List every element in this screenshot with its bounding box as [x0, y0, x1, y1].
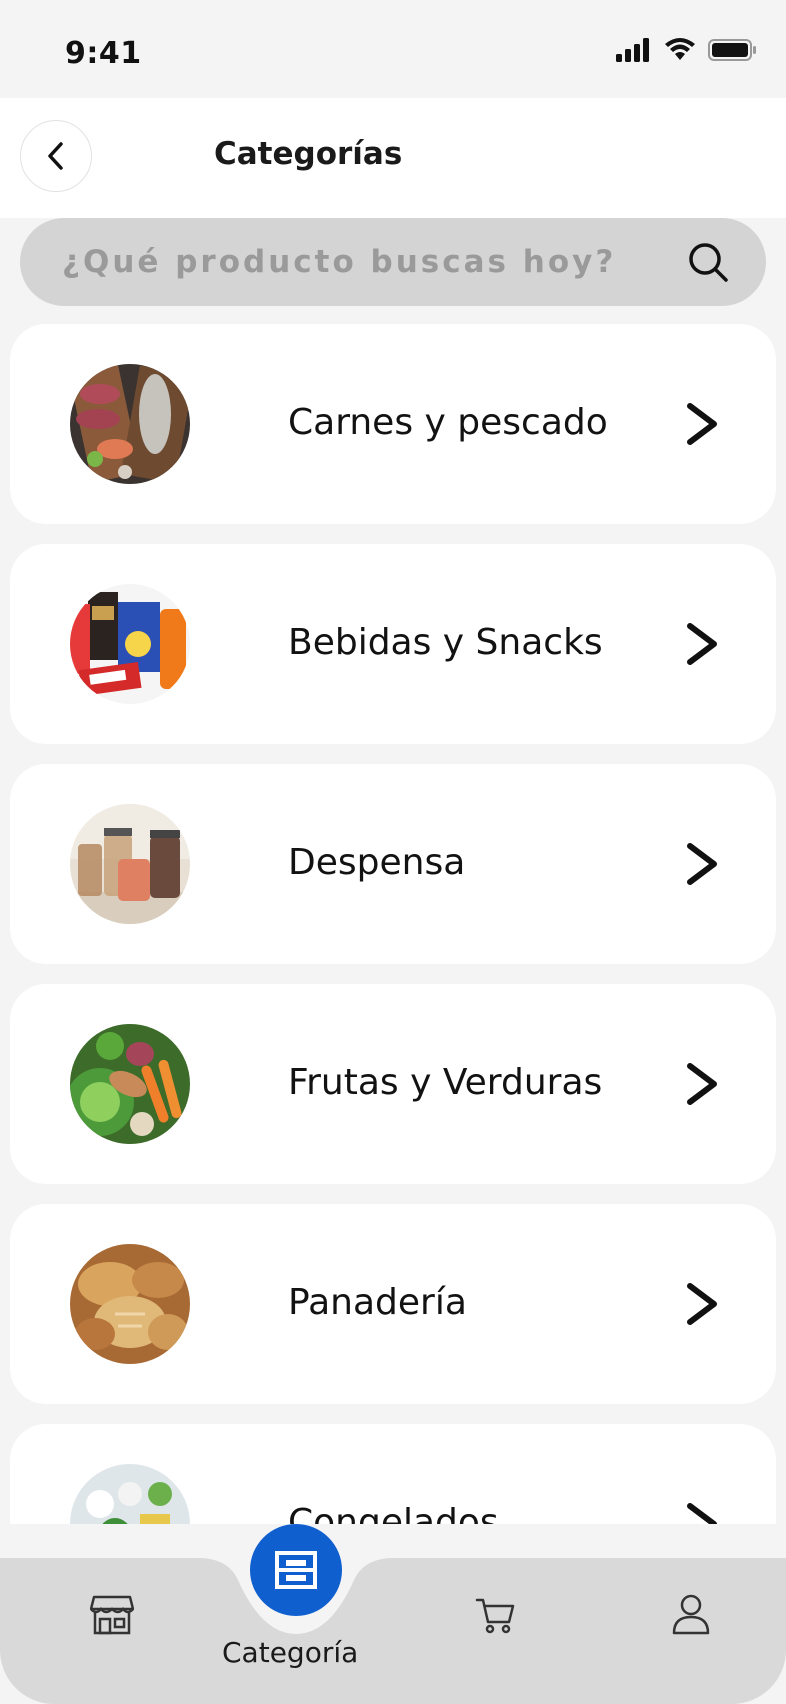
status-time: 9:41: [65, 36, 142, 71]
category-thumbnail-drinks-snacks: [70, 584, 190, 704]
header-bar: Categorías: [0, 98, 786, 218]
category-thumbnail-fruits-vegetables: [70, 1024, 190, 1144]
category-thumbnail-frozen: [70, 1464, 190, 1524]
wifi-icon: [665, 38, 695, 60]
category-list: Carnes y pescado Bebidas y Snacks Despen…: [10, 324, 776, 1524]
chevron-right-icon: [687, 1283, 717, 1325]
status-icons: [616, 38, 758, 62]
category-card-carnes[interactable]: Carnes y pescado: [10, 324, 776, 524]
category-thumbnail-meat-fish: [70, 364, 190, 484]
category-label: Despensa: [288, 842, 466, 883]
search-icon[interactable]: [686, 240, 730, 284]
chevron-right-icon: [687, 843, 717, 885]
category-card-frutas[interactable]: Frutas y Verduras: [10, 984, 776, 1184]
nav-category-button[interactable]: [250, 1524, 342, 1616]
store-icon: [90, 1595, 134, 1635]
chevron-left-icon: [48, 142, 63, 170]
page-title: Categorías: [214, 136, 403, 172]
cart-icon: [475, 1598, 515, 1634]
chevron-right-icon: [687, 1503, 717, 1524]
nav-profile[interactable]: [668, 1592, 714, 1636]
signal-icon: [616, 38, 649, 62]
profile-icon: [672, 1594, 710, 1635]
phone-screen: 9:41 Categorías ¿Qué producto buscas hoy…: [0, 0, 786, 1704]
nav-cart[interactable]: [472, 1594, 518, 1636]
category-card-bebidas[interactable]: Bebidas y Snacks: [10, 544, 776, 744]
battery-icon: [708, 39, 756, 61]
category-thumbnail-bakery: [70, 1244, 190, 1364]
category-label: Bebidas y Snacks: [288, 622, 603, 663]
nav-category-label[interactable]: Categoría: [222, 1636, 358, 1669]
nav-store[interactable]: [86, 1590, 138, 1638]
category-label: Panadería: [288, 1282, 467, 1323]
back-button[interactable]: [20, 120, 92, 192]
category-card-despensa[interactable]: Despensa: [10, 764, 776, 964]
chevron-right-icon: [687, 403, 717, 445]
category-icon: [275, 1551, 317, 1589]
category-label: Carnes y pescado: [288, 402, 608, 443]
chevron-right-icon: [687, 1063, 717, 1105]
category-thumbnail-pantry: [70, 804, 190, 924]
status-bar: 9:41: [0, 0, 786, 98]
category-label: Congelados: [288, 1502, 499, 1524]
search-bar[interactable]: [20, 218, 766, 306]
category-card-congelados[interactable]: Congelados: [10, 1424, 776, 1524]
category-label: Frutas y Verduras: [288, 1062, 603, 1103]
category-card-panaderia[interactable]: Panadería: [10, 1204, 776, 1404]
chevron-right-icon: [687, 623, 717, 665]
search-input[interactable]: [60, 243, 664, 281]
